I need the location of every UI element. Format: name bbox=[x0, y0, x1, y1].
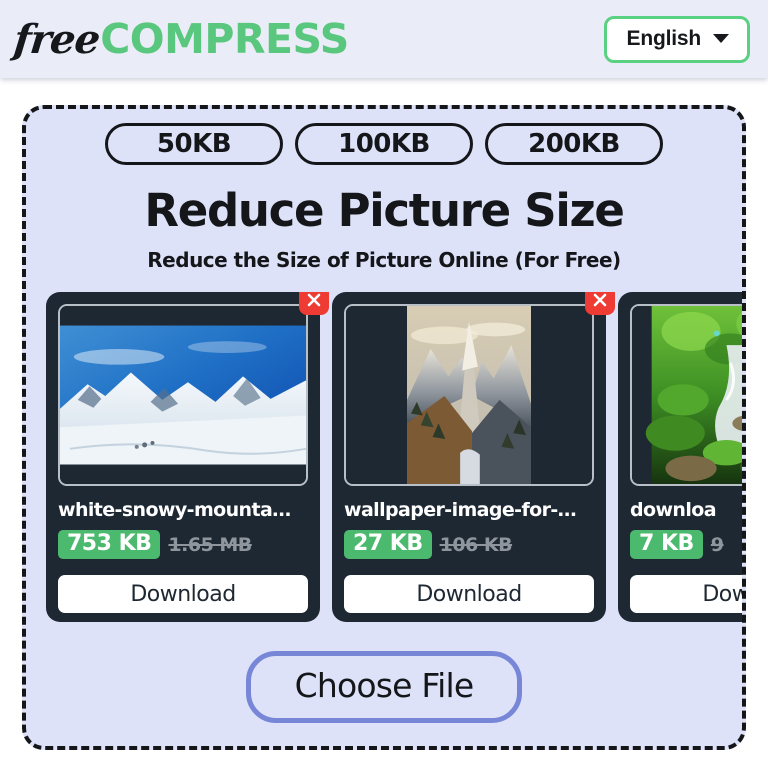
choose-file-row: Choose File bbox=[26, 651, 742, 724]
snowy-mountain-photo bbox=[60, 306, 306, 485]
download-button[interactable]: Download bbox=[344, 575, 594, 614]
original-size: 1.65 MB bbox=[168, 533, 252, 556]
site-logo[interactable]: free COMPRESS bbox=[10, 14, 350, 63]
file-name: white-snowy-mounta… bbox=[58, 499, 291, 522]
original-size: 9 bbox=[710, 533, 724, 556]
file-card: wallpaper-image-for-… 27 KB 106 KB Downl… bbox=[332, 292, 615, 623]
choose-file-button[interactable]: Choose File bbox=[245, 651, 523, 724]
file-name: downloa bbox=[630, 499, 717, 522]
original-size: 106 KB bbox=[439, 533, 513, 556]
size-preset-100kb[interactable]: 100KB bbox=[295, 123, 473, 165]
file-card: white-snowy-mounta… 753 KB 1.65 MB Downl… bbox=[46, 292, 329, 623]
logo-compress-text: COMPRESS bbox=[100, 14, 349, 63]
language-label: English bbox=[626, 26, 702, 50]
page-title: Reduce Picture Size bbox=[144, 184, 624, 237]
remove-file-button[interactable] bbox=[585, 292, 615, 316]
page-root: free COMPRESS English 50KB 100KB 200KB Re… bbox=[0, 0, 768, 759]
size-preset-50kb[interactable]: 50KB bbox=[105, 123, 283, 165]
close-icon bbox=[593, 293, 607, 307]
chevron-down-icon bbox=[713, 34, 729, 43]
size-preset-row: 50KB 100KB 200KB bbox=[26, 109, 742, 165]
file-size-info: 7 KB 9 bbox=[630, 530, 742, 560]
compressed-size-badge: 7 KB bbox=[630, 530, 703, 560]
size-preset-200kb[interactable]: 200KB bbox=[485, 123, 663, 165]
download-button[interactable]: Download bbox=[58, 575, 308, 614]
file-thumbnail-frame bbox=[630, 304, 742, 487]
page-subtitle: Reduce the Size of Picture Online (For F… bbox=[147, 248, 621, 273]
hero-heading-block: Reduce Picture Size Reduce the Size of P… bbox=[26, 184, 742, 273]
file-name: wallpaper-image-for-… bbox=[344, 499, 577, 522]
compressed-size-badge: 27 KB bbox=[344, 530, 432, 560]
grey-mountain-valley-photo bbox=[346, 306, 592, 485]
compressed-files-list: white-snowy-mounta… 753 KB 1.65 MB Downl… bbox=[26, 292, 742, 623]
file-card: downloa 7 KB 9 Download bbox=[618, 292, 742, 623]
download-button[interactable]: Download bbox=[630, 575, 742, 614]
remove-file-button[interactable] bbox=[299, 292, 329, 316]
logo-free-text: free bbox=[11, 15, 102, 63]
site-header: free COMPRESS English bbox=[0, 0, 768, 78]
language-selector[interactable]: English bbox=[603, 15, 750, 63]
file-dropzone[interactable]: 50KB 100KB 200KB Reduce Picture Size Red… bbox=[22, 105, 746, 750]
file-size-info: 753 KB 1.65 MB bbox=[58, 530, 308, 560]
file-thumbnail-frame bbox=[58, 304, 308, 487]
file-size-info: 27 KB 106 KB bbox=[344, 530, 594, 560]
file-thumbnail-frame bbox=[344, 304, 594, 487]
compressed-size-badge: 753 KB bbox=[58, 530, 161, 560]
green-forest-stream-photo bbox=[632, 306, 742, 485]
close-icon bbox=[307, 293, 321, 307]
